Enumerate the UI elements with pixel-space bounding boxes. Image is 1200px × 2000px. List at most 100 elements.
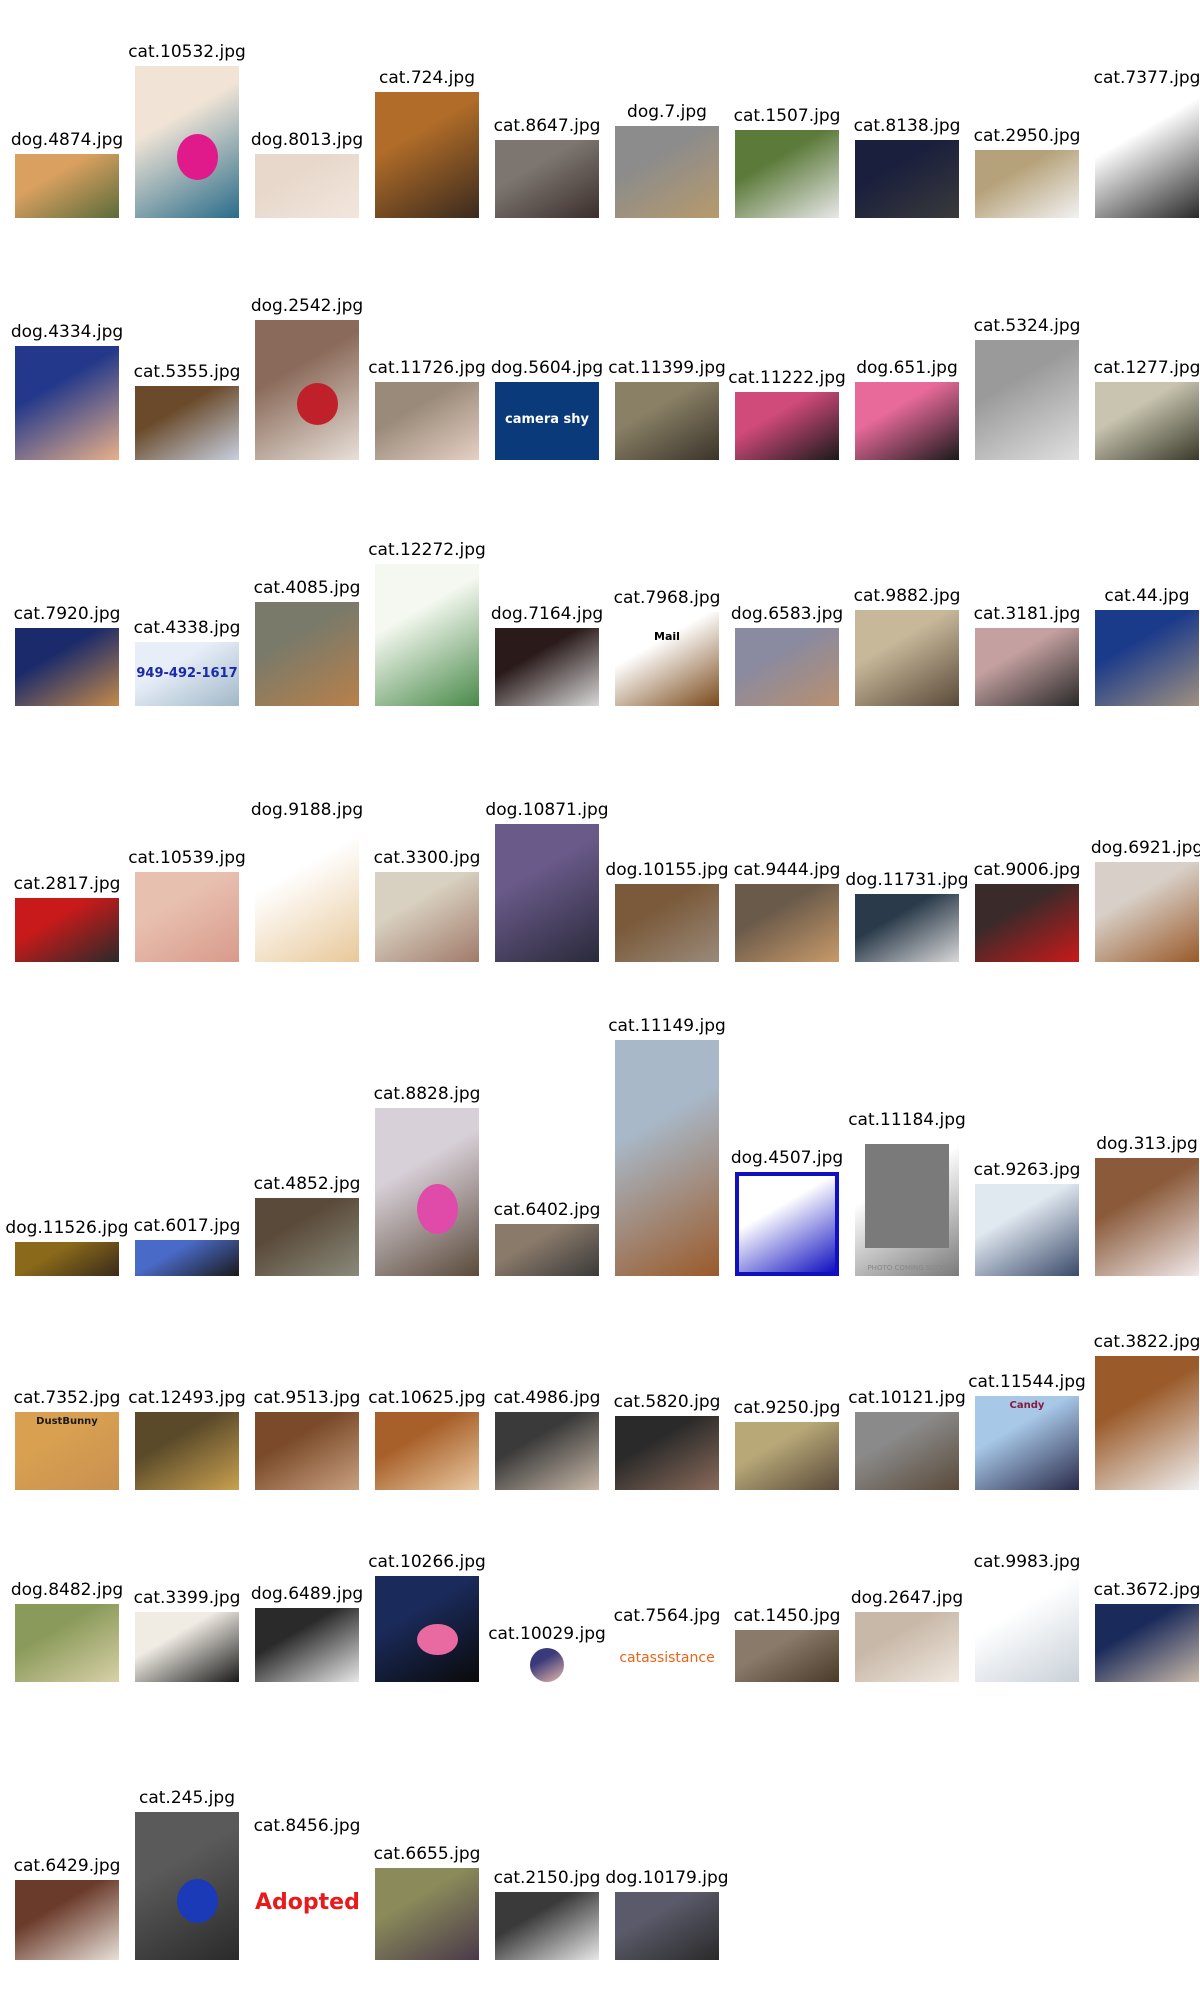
thumbnail-image xyxy=(615,1416,719,1490)
filename-label: cat.2817.jpg xyxy=(13,874,121,894)
filename-label: cat.6655.jpg xyxy=(373,1844,481,1864)
filename-label: dog.651.jpg xyxy=(856,358,958,378)
filename-label: cat.11149.jpg xyxy=(608,1016,726,1036)
grid-cell: cat.6017.jpg xyxy=(127,1210,247,1276)
grid-cell: dog.11526.jpg xyxy=(5,1212,129,1276)
accent-shape xyxy=(296,383,339,425)
accent-shape xyxy=(176,1878,219,1923)
grid-cell: cat.4986.jpg xyxy=(487,1382,607,1490)
filename-label: cat.8138.jpg xyxy=(853,116,961,136)
filename-label: cat.11222.jpg xyxy=(728,368,846,388)
filename-label: cat.4338.jpg xyxy=(133,618,241,638)
thumbnail-image xyxy=(735,628,839,706)
thumbnail-image xyxy=(135,1240,239,1276)
thumbnail-image xyxy=(15,1242,119,1276)
filename-label: cat.724.jpg xyxy=(379,68,475,88)
thumbnail-image xyxy=(255,154,359,218)
filename-label: cat.10266.jpg xyxy=(368,1552,486,1572)
thumbnail-image xyxy=(1095,382,1199,460)
grid-cell: cat.8138.jpg xyxy=(847,110,967,218)
thumbnail-image: Mail xyxy=(615,612,719,706)
thumbnail-image xyxy=(495,1412,599,1490)
filename-label: cat.9983.jpg xyxy=(973,1552,1081,1572)
filename-label: cat.11544.jpg xyxy=(968,1372,1086,1392)
grid-cell: cat.3300.jpg xyxy=(367,842,487,962)
filename-label: cat.8828.jpg xyxy=(373,1084,481,1104)
embedded-text: DustBunny xyxy=(36,1416,98,1427)
grid-cell: dog.10155.jpg xyxy=(605,854,729,962)
thumbnail-image xyxy=(1095,1158,1199,1276)
thumbnail-image: DustBunny xyxy=(15,1412,119,1490)
filename-label: cat.3300.jpg xyxy=(373,848,481,868)
thumbnail-image xyxy=(855,382,959,460)
grid-cell: cat.11544.jpg Candy xyxy=(967,1366,1087,1490)
thumbnail-image xyxy=(615,1892,719,1960)
grid-cell: cat.5355.jpg xyxy=(127,356,247,460)
grid-cell: cat.1507.jpg xyxy=(727,100,847,218)
filename-label: cat.11184.jpg xyxy=(848,1110,966,1130)
filename-label: dog.10155.jpg xyxy=(605,860,729,880)
grid-cell: cat.3181.jpg xyxy=(967,598,1087,706)
thumbnail-image xyxy=(615,126,719,218)
thumbnail-image xyxy=(495,628,599,706)
grid-cell: cat.6402.jpg xyxy=(487,1194,607,1276)
filename-label: cat.5820.jpg xyxy=(613,1392,721,1412)
embedded-text: camera shy xyxy=(504,411,590,427)
filename-label: dog.11731.jpg xyxy=(845,870,969,890)
thumbnail-image xyxy=(495,140,599,218)
thumbnail-image xyxy=(615,382,719,460)
filename-label: cat.9444.jpg xyxy=(733,860,841,880)
grid-cell: dog.10179.jpg xyxy=(605,1862,729,1960)
grid-cell: cat.12272.jpg xyxy=(367,534,487,706)
thumbnail-image xyxy=(735,1422,839,1490)
filename-label: dog.2542.jpg xyxy=(250,296,364,316)
thumbnail-image xyxy=(530,1648,564,1682)
grid-cell: cat.9444.jpg xyxy=(727,854,847,962)
filename-label: dog.313.jpg xyxy=(1096,1134,1198,1154)
placeholder-gray-box xyxy=(865,1144,949,1248)
filename-label: cat.12272.jpg xyxy=(368,540,486,560)
thumbnail-image xyxy=(255,320,359,460)
thumbnail-image xyxy=(1095,92,1199,218)
embedded-text: Candy xyxy=(1009,1400,1045,1411)
filename-label: cat.4986.jpg xyxy=(493,1388,601,1408)
grid-cell: cat.9263.jpg xyxy=(967,1154,1087,1276)
filename-label: cat.9006.jpg xyxy=(973,860,1081,880)
grid-cell: dog.2542.jpg xyxy=(247,290,367,460)
filename-label: dog.4334.jpg xyxy=(10,322,124,342)
thumbnail-image xyxy=(1095,1604,1199,1682)
filename-label: cat.9263.jpg xyxy=(973,1160,1081,1180)
thumbnail-image xyxy=(15,346,119,460)
embedded-text: Mail xyxy=(654,630,680,643)
thumbnail-image xyxy=(255,1198,359,1276)
thumbnail-image xyxy=(375,92,479,218)
grid-cell: cat.7920.jpg xyxy=(7,598,127,706)
filename-label: dog.10871.jpg xyxy=(485,800,609,820)
grid-cell: cat.10625.jpg xyxy=(367,1382,487,1490)
grid-cell: dog.4874.jpg xyxy=(7,124,127,218)
grid-cell: dog.651.jpg xyxy=(847,352,967,460)
thumbnail-image xyxy=(255,824,359,962)
thumbnail-image xyxy=(15,628,119,706)
grid-cell: dog.8013.jpg xyxy=(247,124,367,218)
grid-cell: cat.3399.jpg xyxy=(127,1582,247,1682)
thumbnail-image: camera shy xyxy=(495,382,599,460)
filename-label: cat.3672.jpg xyxy=(1093,1580,1200,1600)
grid-cell: cat.9983.jpg xyxy=(967,1546,1087,1682)
filename-label: cat.7564.jpg xyxy=(613,1606,721,1626)
grid-cell: cat.10266.jpg xyxy=(367,1546,487,1682)
grid-cell: dog.10871.jpg xyxy=(485,794,609,962)
grid-cell: cat.2950.jpg xyxy=(967,120,1087,218)
thumbnail-image xyxy=(15,898,119,962)
grid-cell: cat.6429.jpg xyxy=(7,1850,127,1960)
filename-label: dog.6489.jpg xyxy=(250,1584,364,1604)
image-grid: dog.4874.jpg cat.10532.jpg dog.8013.jpg cat… xyxy=(0,0,1200,2000)
thumbnail-image xyxy=(975,1576,1079,1682)
thumbnail-image xyxy=(495,1224,599,1276)
thumbnail-image xyxy=(135,1412,239,1490)
grid-cell: cat.724.jpg xyxy=(367,62,487,218)
grid-cell: cat.1450.jpg xyxy=(727,1600,847,1682)
accent-shape xyxy=(416,1623,459,1656)
accent-shape xyxy=(416,1183,459,1234)
filename-label: cat.44.jpg xyxy=(1104,586,1190,606)
